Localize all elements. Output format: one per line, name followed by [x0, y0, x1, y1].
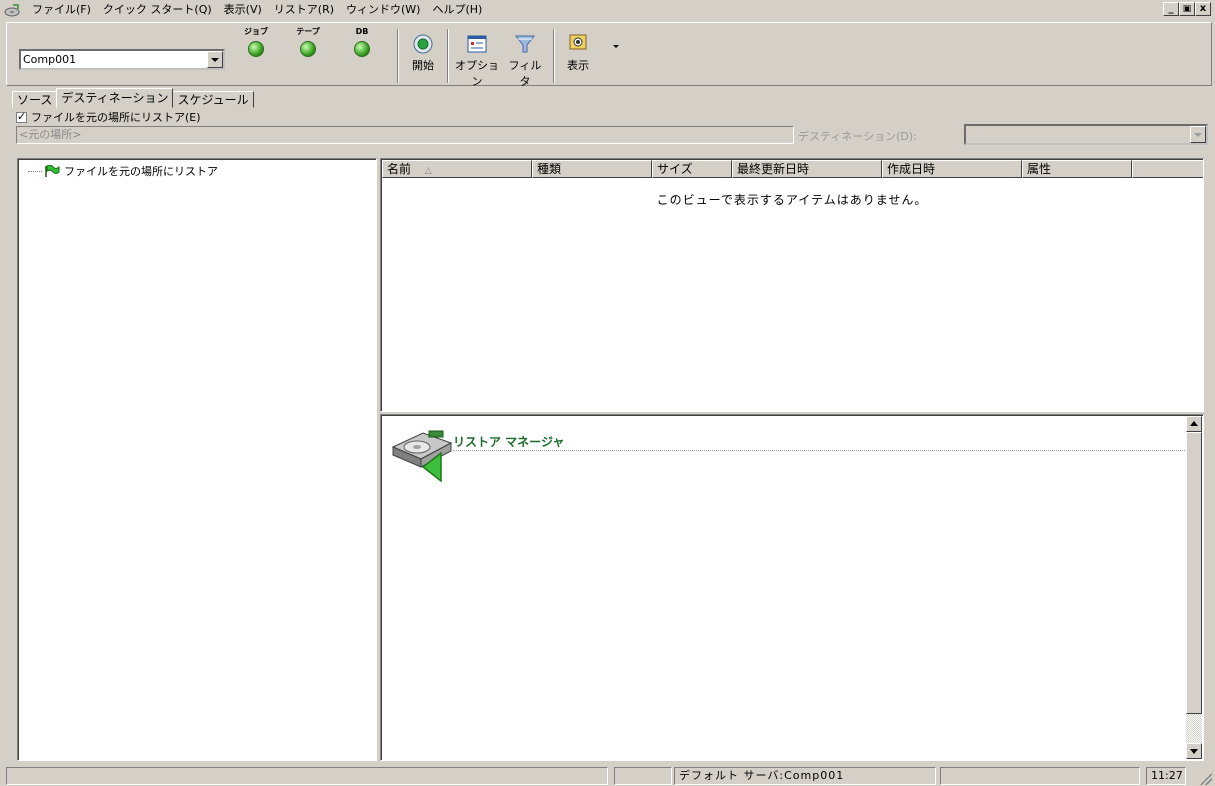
minimize-button[interactable]: _: [1163, 2, 1179, 16]
view-button[interactable]: 表示: [563, 33, 593, 73]
led-label-db: DB: [355, 27, 369, 36]
restore-original-label: ファイルを元の場所にリストア(E): [31, 111, 201, 124]
server-select-value: Comp001: [23, 53, 77, 66]
view-button-label: 表示: [567, 59, 589, 72]
filter-button[interactable]: フィルタ: [507, 33, 543, 89]
column-created[interactable]: 作成日時: [882, 160, 1022, 178]
tape-status-led: テープ: [293, 27, 323, 57]
title-divider: [453, 450, 1185, 451]
window-controls: _ ▣ x: [1163, 2, 1211, 16]
filter-button-label: フィルタ: [508, 59, 542, 88]
status-clock: 11:27: [1146, 767, 1186, 785]
column-modified-label: 最終更新日時: [737, 162, 810, 176]
tab-schedule[interactable]: スケジュール: [172, 91, 254, 108]
column-type[interactable]: 種類: [532, 160, 652, 178]
app-icon: [4, 4, 20, 17]
menu-help[interactable]: ヘルプ(H): [426, 0, 488, 20]
options-button-label: オプション: [455, 59, 499, 88]
path-field: <元の場所>: [16, 126, 794, 144]
empty-list-message: このビューで表示するアイテムはありません。: [656, 193, 928, 207]
start-button-label: 開始: [412, 59, 434, 72]
tab-source[interactable]: ソース: [12, 91, 58, 108]
vertical-scrollbar[interactable]: [1186, 416, 1202, 759]
scroll-thumb[interactable]: [1186, 432, 1202, 714]
green-flag-icon: [45, 165, 60, 177]
view-dropdown-icon[interactable]: [613, 45, 619, 48]
tree-item-restore-original[interactable]: ファイルを元の場所にリストア: [28, 163, 218, 179]
resize-grip-icon[interactable]: [1200, 773, 1212, 785]
green-led-icon: [248, 41, 264, 57]
filter-icon: [514, 35, 536, 53]
start-button[interactable]: 開始: [407, 33, 439, 73]
scroll-track[interactable]: [1186, 714, 1202, 743]
toolbar: Comp001 ジョブ テープ DB 開始 オプション フィルタ 表示: [6, 22, 1212, 89]
tree-connector: [28, 170, 42, 172]
column-attributes[interactable]: 属性: [1022, 160, 1132, 178]
menu-file[interactable]: ファイル(F): [26, 0, 97, 20]
status-panel-2: [614, 767, 672, 785]
column-attributes-label: 属性: [1027, 162, 1052, 176]
column-name-label: 名前: [387, 162, 412, 176]
path-placeholder: <元の場所>: [19, 128, 82, 141]
column-created-label: 作成日時: [887, 162, 936, 176]
status-bar: デフォルト サーバ:Comp001 11:27: [6, 767, 1212, 785]
restore-original-checkbox[interactable]: [16, 110, 27, 123]
start-icon: [413, 34, 433, 54]
job-status-led: ジョブ: [241, 27, 271, 57]
column-size-label: サイズ: [657, 162, 693, 176]
column-filler: [1132, 160, 1203, 178]
hard-disk-icon: [391, 430, 453, 483]
menu-quick-start[interactable]: クイック スタート(Q): [97, 0, 218, 20]
restore-manager-title: リストア マネージャ: [453, 435, 565, 449]
db-status-led: DB: [347, 27, 377, 57]
restore-original-option[interactable]: ファイルを元の場所にリストア(E): [16, 109, 201, 125]
menu-bar: ファイル(F) クイック スタート(Q) 表示(V) リストア(R) ウィンドウ…: [0, 0, 1215, 20]
led-label-job: ジョブ: [244, 27, 268, 36]
tree-item-label: ファイルを元の場所にリストア: [64, 165, 218, 178]
toolbar-separator: [397, 29, 399, 83]
column-modified[interactable]: 最終更新日時: [732, 160, 882, 178]
column-size[interactable]: サイズ: [652, 160, 732, 178]
chevron-down-icon: [1190, 126, 1206, 143]
restore-button[interactable]: ▣: [1179, 2, 1195, 16]
tab-bar: ソース デスティネーション スケジュール: [12, 88, 254, 108]
green-led-icon: [354, 41, 370, 57]
status-panel-4: [940, 767, 1140, 785]
green-led-icon: [300, 41, 316, 57]
status-panel-main: [6, 767, 608, 785]
scroll-down-icon[interactable]: [1186, 743, 1202, 759]
options-icon: [467, 35, 487, 53]
file-list: 名前 △ 種類 サイズ 最終更新日時 作成日時 属性 このビューで表示するアイテ…: [380, 158, 1204, 412]
toolbar-separator: [447, 29, 449, 83]
file-list-header: 名前 △ 種類 サイズ 最終更新日時 作成日時 属性: [382, 160, 1203, 178]
close-button[interactable]: x: [1195, 2, 1211, 16]
restore-manager-pane: リストア マネージャ: [380, 414, 1204, 761]
column-type-label: 種類: [537, 162, 562, 176]
scroll-up-icon[interactable]: [1186, 416, 1202, 432]
server-select[interactable]: Comp001: [19, 49, 225, 70]
view-icon: [569, 34, 587, 50]
menu-window[interactable]: ウィンドウ(W): [340, 0, 426, 20]
status-default-server: デフォルト サーバ:Comp001: [674, 767, 936, 785]
destination-select: [964, 124, 1208, 145]
menu-view[interactable]: 表示(V): [218, 0, 268, 20]
chevron-down-icon[interactable]: [207, 51, 223, 68]
toolbar-separator: [553, 29, 555, 83]
destination-tree: ファイルを元の場所にリストア: [17, 158, 377, 761]
led-label-tape: テープ: [296, 27, 320, 36]
options-button[interactable]: オプション: [453, 33, 501, 89]
sort-asc-icon: △: [424, 166, 432, 176]
column-name[interactable]: 名前 △: [382, 160, 532, 178]
destination-label: デスティネーション(D):: [798, 130, 917, 143]
tab-destination[interactable]: デスティネーション: [56, 88, 174, 108]
menu-restore[interactable]: リストア(R): [268, 0, 340, 20]
